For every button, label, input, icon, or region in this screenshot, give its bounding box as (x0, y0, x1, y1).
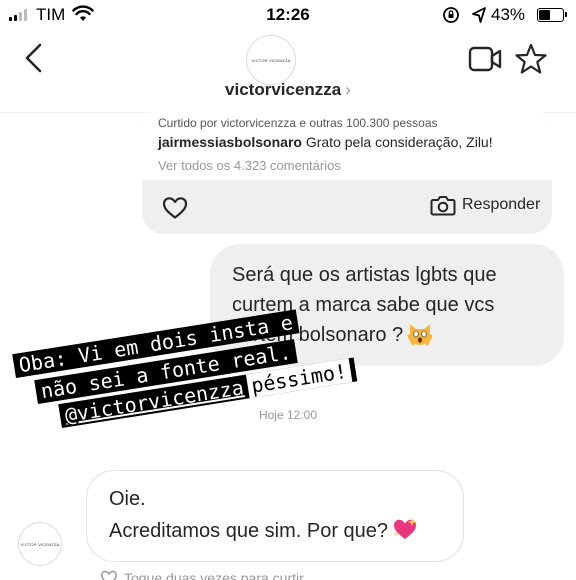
avatar-logo-text: VICTOR VICENZZA (251, 57, 291, 63)
avatar-logo-text: VICTOR VICENZZA (20, 541, 60, 547)
username-label: victorvicenzza (225, 80, 342, 99)
received-message-line-2: Acreditamos que sim. Por que? (109, 515, 418, 547)
heart-outline-icon (100, 570, 118, 580)
received-message-text: Acreditamos que sim. Por que? (109, 520, 389, 542)
rotation-lock-icon (443, 7, 459, 23)
received-message-line: Oie. (109, 488, 146, 510)
post-caption: jairmessiasbolsonaro Grato pela consider… (158, 134, 493, 150)
avatar[interactable]: VICTOR VICENZZA (246, 35, 296, 85)
battery-percent: 43% (491, 5, 526, 24)
heart-outline-icon[interactable] (162, 196, 188, 220)
shared-post-content: Curtido por victorvicenzza e outras 100.… (142, 108, 552, 180)
liked-by-text: Curtido por victorvicenzza e outras 100.… (158, 116, 438, 130)
conversation-username[interactable]: victorvicenzza › (0, 80, 576, 100)
reply-label: Responder (462, 196, 541, 213)
caption-username: jairmessiasbolsonaro (158, 134, 302, 150)
status-bar: TIM 12:26 43% (0, 0, 576, 32)
view-all-comments-link[interactable]: Ver todos os 4.323 comentários (158, 158, 341, 173)
received-message-bubble[interactable]: Oie. Acreditamos que sim. Por que? (86, 470, 464, 562)
sent-message: Será que os artistas lgbts que curtem a … (232, 260, 552, 350)
video-camera-icon[interactable] (468, 45, 502, 73)
message-timestamp: Hoje 12:00 (258, 408, 318, 422)
location-arrow-icon (472, 7, 486, 23)
scream-cat-emoji (407, 324, 433, 346)
double-tap-hint-text: Toque duas vezes para curtir (124, 570, 304, 580)
double-tap-hint: Toque duas vezes para curtir (100, 570, 304, 580)
star-icon[interactable] (514, 42, 548, 76)
clock: 12:26 (266, 5, 310, 24)
shared-post-card[interactable]: Curtido por victorvicenzza e outras 100.… (142, 108, 552, 234)
chevron-right-icon: › (345, 80, 351, 99)
received-message: Oie. Acreditamos que sim. Por que? (109, 483, 418, 547)
reply-button[interactable]: Responder (430, 194, 540, 216)
battery-icon (537, 8, 567, 22)
caption-text: Grato pela consideração, Zilu! (301, 134, 493, 150)
back-chevron-icon[interactable] (20, 42, 48, 74)
sender-avatar[interactable]: VICTOR VICENZZA (18, 522, 62, 566)
camera-icon (430, 196, 456, 216)
sparkling-heart-emoji (393, 518, 417, 539)
battery-level-fill (539, 10, 550, 20)
